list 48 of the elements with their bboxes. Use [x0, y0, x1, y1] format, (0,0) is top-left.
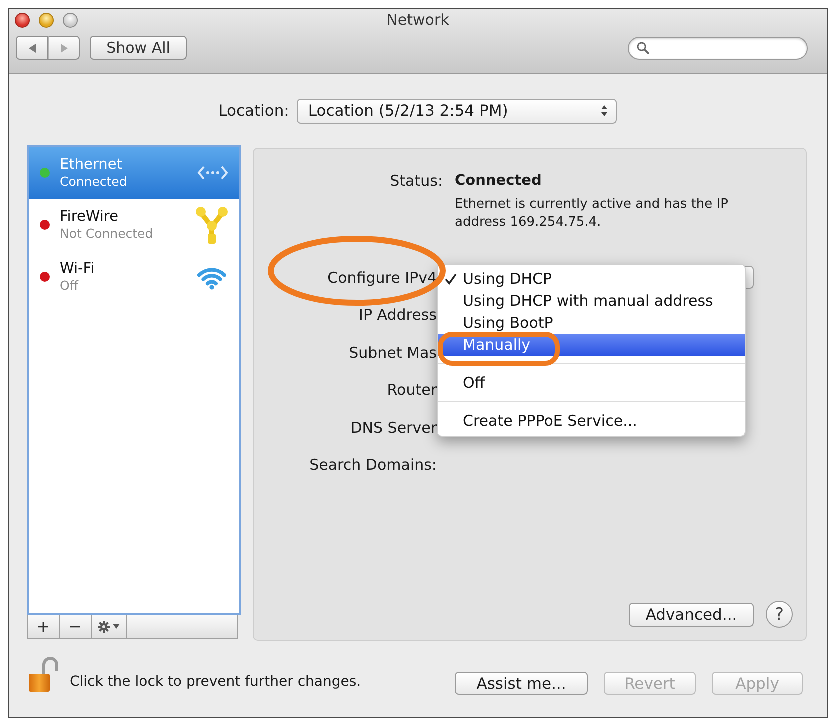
show-all-button[interactable]: Show All	[90, 36, 187, 60]
service-status: Connected	[60, 174, 128, 190]
service-item[interactable]: Ethernet Connected	[29, 147, 239, 199]
field-label: Router	[387, 381, 437, 400]
menu-item[interactable]: Using DHCP	[438, 268, 745, 290]
back-button[interactable]	[16, 36, 48, 60]
assist-button[interactable]: Assist me...	[455, 672, 588, 695]
caret-icon	[113, 624, 120, 629]
menu-item[interactable]: Using BootP	[438, 312, 745, 334]
close-button[interactable]	[15, 12, 30, 28]
location-label: Location:	[218, 102, 290, 120]
search-icon	[637, 42, 649, 54]
status-label: Status:	[390, 172, 443, 190]
field-label: DNS Server	[350, 418, 437, 437]
service-item[interactable]: FireWire Not Connected	[29, 199, 239, 251]
window-title: Network	[386, 11, 450, 29]
gear-icon	[98, 620, 110, 632]
lock-message: Click the lock to prevent further changes.	[70, 674, 362, 690]
menu-item[interactable]: Using DHCP with manual address	[438, 290, 745, 312]
remove-button[interactable]: −	[60, 615, 92, 638]
service-status: Not Connected	[60, 226, 154, 242]
help-button[interactable]: ?	[766, 601, 793, 628]
field-label: Search Domains:	[310, 456, 437, 474]
status-value: Connected	[455, 172, 542, 190]
service-name: FireWire	[60, 208, 118, 226]
menu-item[interactable]: Manually	[438, 334, 745, 356]
forward-arrow-icon	[60, 44, 68, 52]
menu-item[interactable]: Create PPPoE Service...	[438, 410, 745, 432]
forward-button[interactable]	[48, 36, 80, 60]
field-label: Configure IPv4	[328, 268, 437, 287]
zoom-button[interactable]	[63, 12, 78, 28]
minimize-button[interactable]	[39, 12, 54, 28]
updown-arrows-icon	[601, 105, 608, 117]
service-item[interactable]: Wi-Fi Off	[29, 251, 239, 303]
service-status: Off	[60, 278, 78, 294]
status-description: Ethernet is currently active and has the IP address 169.254.75.4.	[455, 196, 730, 232]
service-name: Wi-Fi	[60, 260, 95, 278]
search-field[interactable]	[628, 36, 808, 60]
field-label: IP Address	[359, 306, 437, 324]
ethernet-icon	[197, 165, 229, 181]
service-name: Ethernet	[60, 156, 122, 174]
add-button[interactable]: +	[28, 615, 60, 638]
firewire-icon	[195, 205, 229, 245]
back-arrow-icon	[28, 44, 36, 52]
advanced-button[interactable]: Advanced...	[629, 602, 754, 626]
location-popup[interactable]: Location (5/2/13 2:54 PM)	[297, 98, 618, 124]
menu-item[interactable]: Off	[438, 372, 745, 394]
field-label: Subnet Mas	[349, 344, 437, 362]
